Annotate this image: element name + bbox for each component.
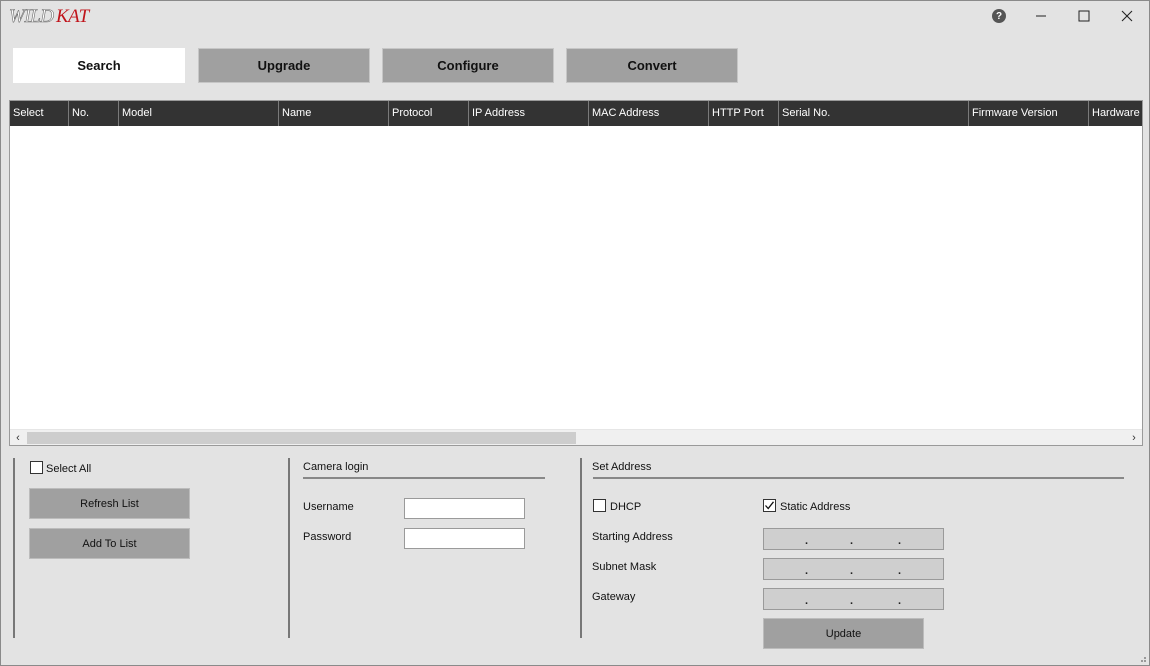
checkmark-icon: [765, 501, 775, 510]
ip-dot: .: [850, 535, 854, 547]
column-header-model[interactable]: Model: [119, 101, 279, 126]
section-underline: [593, 477, 1124, 479]
add-to-list-button[interactable]: Add To List: [29, 528, 190, 559]
static-address-checkbox[interactable]: [763, 499, 776, 512]
ip-dot: .: [898, 595, 902, 607]
select-all-checkbox[interactable]: [30, 461, 43, 474]
column-header-ip-address[interactable]: IP Address: [469, 101, 589, 126]
title-bar[interactable]: WILD KAT ?: [1, 1, 1149, 31]
close-icon: [1121, 10, 1133, 22]
wildkat-logo: WILD KAT: [9, 6, 91, 27]
maximize-icon: [1078, 10, 1090, 22]
horizontal-scrollbar[interactable]: ‹ ›: [10, 429, 1142, 445]
dhcp-checkbox[interactable]: [593, 499, 606, 512]
ip-dot: .: [898, 535, 902, 547]
gateway-label: Gateway: [592, 591, 636, 603]
maximize-button[interactable]: [1063, 1, 1105, 31]
column-header-firmware-version[interactable]: Firmware Version: [969, 101, 1089, 126]
help-icon: ?: [992, 9, 1006, 23]
tab-upgrade[interactable]: Upgrade: [198, 48, 370, 83]
starting-address-field[interactable]: . . .: [763, 528, 944, 550]
scroll-left-icon[interactable]: ‹: [10, 430, 26, 445]
camera-login-title: Camera login: [303, 461, 369, 473]
column-header-select[interactable]: Select: [10, 101, 69, 126]
ip-dot: .: [805, 565, 809, 577]
username-input[interactable]: [404, 498, 525, 519]
tab-configure[interactable]: Configure: [382, 48, 554, 83]
svg-text:KAT: KAT: [55, 6, 91, 27]
column-header-no[interactable]: No.: [69, 101, 119, 126]
password-label: Password: [303, 531, 352, 543]
refresh-list-button[interactable]: Refresh List: [29, 488, 190, 519]
column-header-name[interactable]: Name: [279, 101, 389, 126]
select-all-label: Select All: [46, 463, 92, 475]
subnet-mask-label: Subnet Mask: [592, 561, 657, 573]
scroll-thumb[interactable]: [27, 432, 576, 444]
close-button[interactable]: [1106, 1, 1148, 31]
update-button[interactable]: Update: [763, 618, 924, 649]
scroll-right-icon[interactable]: ›: [1126, 430, 1142, 445]
gateway-field[interactable]: . . .: [763, 588, 944, 610]
ip-dot: .: [850, 565, 854, 577]
column-header-hardware[interactable]: Hardware: [1089, 101, 1142, 126]
ip-dot: .: [805, 535, 809, 547]
panel-divider: [580, 458, 582, 638]
section-underline: [303, 477, 545, 479]
starting-address-label: Starting Address: [592, 531, 673, 543]
ip-dot: .: [850, 595, 854, 607]
resize-grip-icon[interactable]: [1137, 653, 1147, 663]
help-button[interactable]: ?: [978, 1, 1020, 31]
tab-convert[interactable]: Convert: [566, 48, 738, 83]
panel-divider: [288, 458, 290, 638]
username-label: Username: [303, 501, 354, 513]
ip-dot: .: [898, 565, 902, 577]
panel-divider: [13, 458, 15, 638]
password-input[interactable]: [404, 528, 525, 549]
subnet-mask-field[interactable]: . . .: [763, 558, 944, 580]
column-header-mac-address[interactable]: MAC Address: [589, 101, 709, 126]
minimize-icon: [1036, 15, 1046, 17]
column-header-serial-no[interactable]: Serial No.: [779, 101, 969, 126]
static-address-label: Static Address: [780, 501, 851, 513]
column-header-http-port[interactable]: HTTP Port: [709, 101, 779, 126]
device-table[interactable]: Select No. Model Name Protocol IP Addres…: [9, 100, 1143, 446]
ip-dot: .: [805, 595, 809, 607]
dhcp-label: DHCP: [610, 501, 642, 513]
svg-text:WILD: WILD: [9, 6, 54, 27]
tab-search[interactable]: Search: [13, 48, 185, 83]
app-window: WILD KAT ? Search Upgrade Configure Conv…: [0, 0, 1150, 666]
table-header: Select No. Model Name Protocol IP Addres…: [10, 101, 1142, 126]
set-address-title: Set Address: [592, 461, 652, 473]
column-header-protocol[interactable]: Protocol: [389, 101, 469, 126]
minimize-button[interactable]: [1020, 1, 1062, 31]
